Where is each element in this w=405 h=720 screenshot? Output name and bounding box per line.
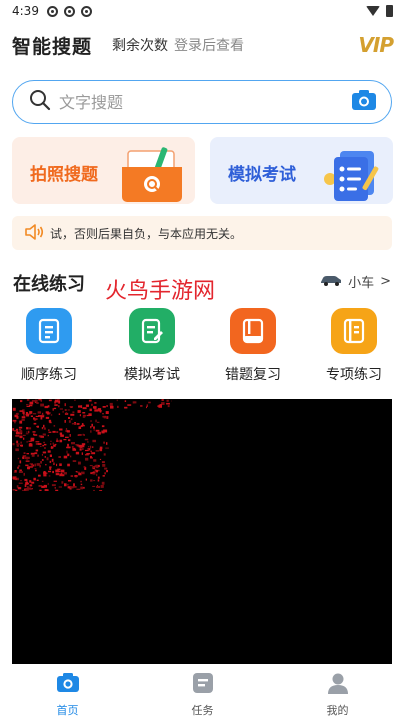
user-icon [327, 672, 349, 698]
ad-glitch-pattern [12, 399, 172, 491]
practice-label: 顺序练习 [21, 367, 77, 383]
topic-practice-button[interactable]: 专项练习 [309, 308, 399, 384]
exam-paper-icon [324, 151, 379, 201]
exam-edit-icon [129, 308, 175, 354]
ad-banner[interactable] [12, 399, 392, 664]
mock-exam-label: 模拟考试 [228, 165, 296, 185]
notification-icon [80, 5, 92, 17]
status-time: 4:39 [12, 4, 39, 18]
car-type-selector[interactable]: 小车 > [320, 272, 391, 291]
nav-profile[interactable]: 我的 [270, 664, 405, 720]
document-icon [26, 308, 72, 354]
practice-label: 模拟考试 [124, 367, 180, 383]
notification-icon [63, 5, 75, 17]
mock-exam-button[interactable]: 模拟考试 [107, 308, 197, 384]
vip-button[interactable]: VIP [358, 33, 394, 57]
wifi-icon [366, 6, 380, 16]
section-title: 在线练习 [13, 274, 85, 295]
watermark-text: 火鸟手游网 [105, 279, 216, 304]
nav-tasks[interactable]: 任务 [135, 664, 270, 720]
wrong-question-review-button[interactable]: 错题复习 [208, 308, 298, 384]
camera-icon [56, 672, 80, 698]
nav-label: 我的 [326, 704, 349, 717]
disclaimer-notice: 试，否则后果自负，与本应用无关。 [12, 216, 392, 250]
search-icon [29, 89, 51, 115]
nav-label: 任务 [191, 704, 214, 717]
task-list-icon [192, 672, 214, 698]
book-icon [230, 308, 276, 354]
app-title: 智能搜题 [12, 35, 93, 58]
car-type-label: 小车 [348, 276, 375, 291]
nav-label: 首页 [56, 704, 79, 717]
bottom-navigation: 首页 任务 我的 [0, 664, 405, 720]
search-input[interactable] [59, 92, 351, 112]
practice-grid: 顺序练习 模拟考试 错题复习 专项练习 [0, 308, 405, 388]
folder-search-icon [122, 147, 182, 202]
remaining-count-label: 剩余次数 [112, 38, 169, 54]
search-bar[interactable] [12, 80, 392, 124]
chevron-right-icon: > [380, 274, 391, 289]
status-bar: 4:39 [0, 0, 405, 22]
photo-search-label: 拍照搜题 [30, 165, 98, 185]
car-icon [320, 274, 342, 290]
mock-exam-card[interactable]: 模拟考试 [210, 137, 393, 204]
notice-text: 试，否则后果自负，与本应用无关。 [50, 226, 243, 241]
nav-home[interactable]: 首页 [0, 664, 135, 720]
login-link[interactable]: 登录后查看 [174, 35, 244, 55]
camera-icon[interactable] [351, 89, 377, 115]
notebook-icon [331, 308, 377, 354]
battery-icon [386, 5, 393, 17]
notification-icon [46, 5, 58, 17]
practice-label: 专项练习 [326, 367, 382, 383]
practice-label: 错题复习 [225, 367, 281, 383]
photo-search-card[interactable]: 拍照搜题 [12, 137, 195, 204]
speaker-icon [24, 223, 44, 243]
sequential-practice-button[interactable]: 顺序练习 [4, 308, 94, 384]
app-header: 智能搜题 剩余次数 登录后查看 VIP [12, 30, 394, 60]
